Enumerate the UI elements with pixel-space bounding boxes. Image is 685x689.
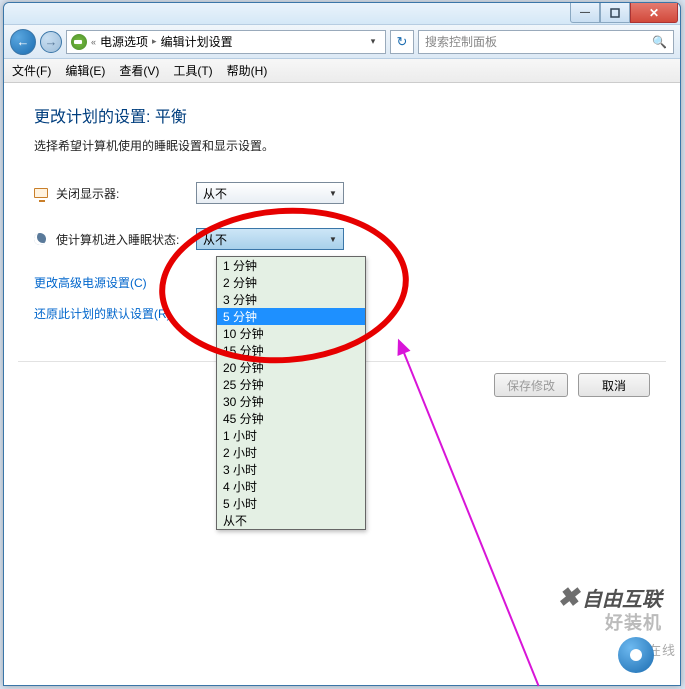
- breadcrumb-sep: «: [91, 37, 96, 47]
- minimize-button[interactable]: —: [570, 3, 600, 23]
- dropdown-option[interactable]: 1 分钟: [217, 257, 365, 274]
- dropdown-option[interactable]: 3 分钟: [217, 291, 365, 308]
- address-bar[interactable]: « 电源选项 ▸ 编辑计划设置 ▾: [66, 30, 386, 54]
- sleep-select[interactable]: 从不 ▼: [196, 228, 344, 250]
- menu-view[interactable]: 查看(V): [119, 62, 159, 79]
- page-subtitle: 选择希望计算机使用的睡眠设置和显示设置。: [34, 137, 650, 154]
- turn-off-display-value: 从不: [203, 185, 227, 202]
- watermark-logo: ✖自由互联: [557, 582, 662, 613]
- sleep-dropdown-list[interactable]: 1 分钟2 分钟3 分钟5 分钟10 分钟15 分钟20 分钟25 分钟30 分…: [216, 256, 366, 530]
- window: — ✕ ← → « 电源选项 ▸ 编辑计划设置 ▾ ↻ 搜索控制面板 🔍 文件(…: [3, 2, 681, 686]
- menubar: 文件(F) 编辑(E) 查看(V) 工具(T) 帮助(H): [4, 59, 680, 83]
- back-button[interactable]: ←: [10, 29, 36, 55]
- moon-icon: [34, 233, 46, 245]
- dropdown-option[interactable]: 25 分钟: [217, 376, 365, 393]
- dropdown-option[interactable]: 30 分钟: [217, 393, 365, 410]
- row-sleep: 使计算机进入睡眠状态: 从不 ▼: [34, 228, 650, 250]
- menu-file[interactable]: 文件(F): [12, 62, 51, 79]
- chevron-down-icon: ▼: [325, 231, 341, 247]
- search-icon: 🔍: [652, 35, 667, 49]
- refresh-button[interactable]: ↻: [390, 30, 414, 54]
- maximize-button[interactable]: [600, 3, 630, 23]
- close-button[interactable]: ✕: [630, 3, 678, 23]
- titlebar: — ✕: [4, 3, 680, 25]
- menu-edit[interactable]: 编辑(E): [65, 62, 105, 79]
- navbar: ← → « 电源选项 ▸ 编辑计划设置 ▾ ↻ 搜索控制面板 🔍: [4, 25, 680, 59]
- address-dropdown[interactable]: ▾: [365, 36, 381, 47]
- dropdown-option[interactable]: 10 分钟: [217, 325, 365, 342]
- cancel-button[interactable]: 取消: [578, 373, 650, 397]
- search-placeholder: 搜索控制面板: [425, 33, 497, 50]
- save-button[interactable]: 保存修改: [494, 373, 568, 397]
- watermark-eye-icon: [618, 637, 654, 673]
- forward-button[interactable]: →: [40, 31, 62, 53]
- button-row: 保存修改 取消: [494, 373, 650, 397]
- dropdown-option[interactable]: 4 小时: [217, 478, 365, 495]
- dropdown-option[interactable]: 20 分钟: [217, 359, 365, 376]
- turn-off-display-select[interactable]: 从不 ▼: [196, 182, 344, 204]
- dropdown-option[interactable]: 15 分钟: [217, 342, 365, 359]
- chevron-down-icon: ▼: [325, 185, 341, 201]
- dropdown-option[interactable]: 1 小时: [217, 427, 365, 444]
- annotation-arrow-head: [392, 336, 411, 356]
- dropdown-option[interactable]: 45 分钟: [217, 410, 365, 427]
- dropdown-option[interactable]: 3 小时: [217, 461, 365, 478]
- content-area: 更改计划的设置: 平衡 选择希望计算机使用的睡眠设置和显示设置。 关闭显示器: …: [4, 83, 680, 685]
- dropdown-option[interactable]: 5 分钟: [217, 308, 365, 325]
- turn-off-display-label: 关闭显示器:: [56, 185, 196, 202]
- breadcrumb-sep: ▸: [152, 36, 157, 47]
- sleep-label: 使计算机进入睡眠状态:: [56, 231, 196, 248]
- dropdown-option[interactable]: 2 分钟: [217, 274, 365, 291]
- control-panel-icon: [71, 34, 87, 50]
- menu-help[interactable]: 帮助(H): [227, 62, 268, 79]
- sleep-value: 从不: [203, 231, 227, 248]
- maximize-icon: [610, 8, 620, 18]
- dropdown-option[interactable]: 从不: [217, 512, 365, 529]
- monitor-icon: [34, 188, 48, 198]
- breadcrumb-2[interactable]: 编辑计划设置: [161, 33, 233, 50]
- row-turn-off-display: 关闭显示器: 从不 ▼: [34, 182, 650, 204]
- breadcrumb-1[interactable]: 电源选项: [100, 33, 148, 50]
- page-title: 更改计划的设置: 平衡: [34, 103, 650, 127]
- dropdown-option[interactable]: 2 小时: [217, 444, 365, 461]
- menu-tools[interactable]: 工具(T): [173, 62, 212, 79]
- dropdown-option[interactable]: 5 小时: [217, 495, 365, 512]
- search-input[interactable]: 搜索控制面板 🔍: [418, 30, 674, 54]
